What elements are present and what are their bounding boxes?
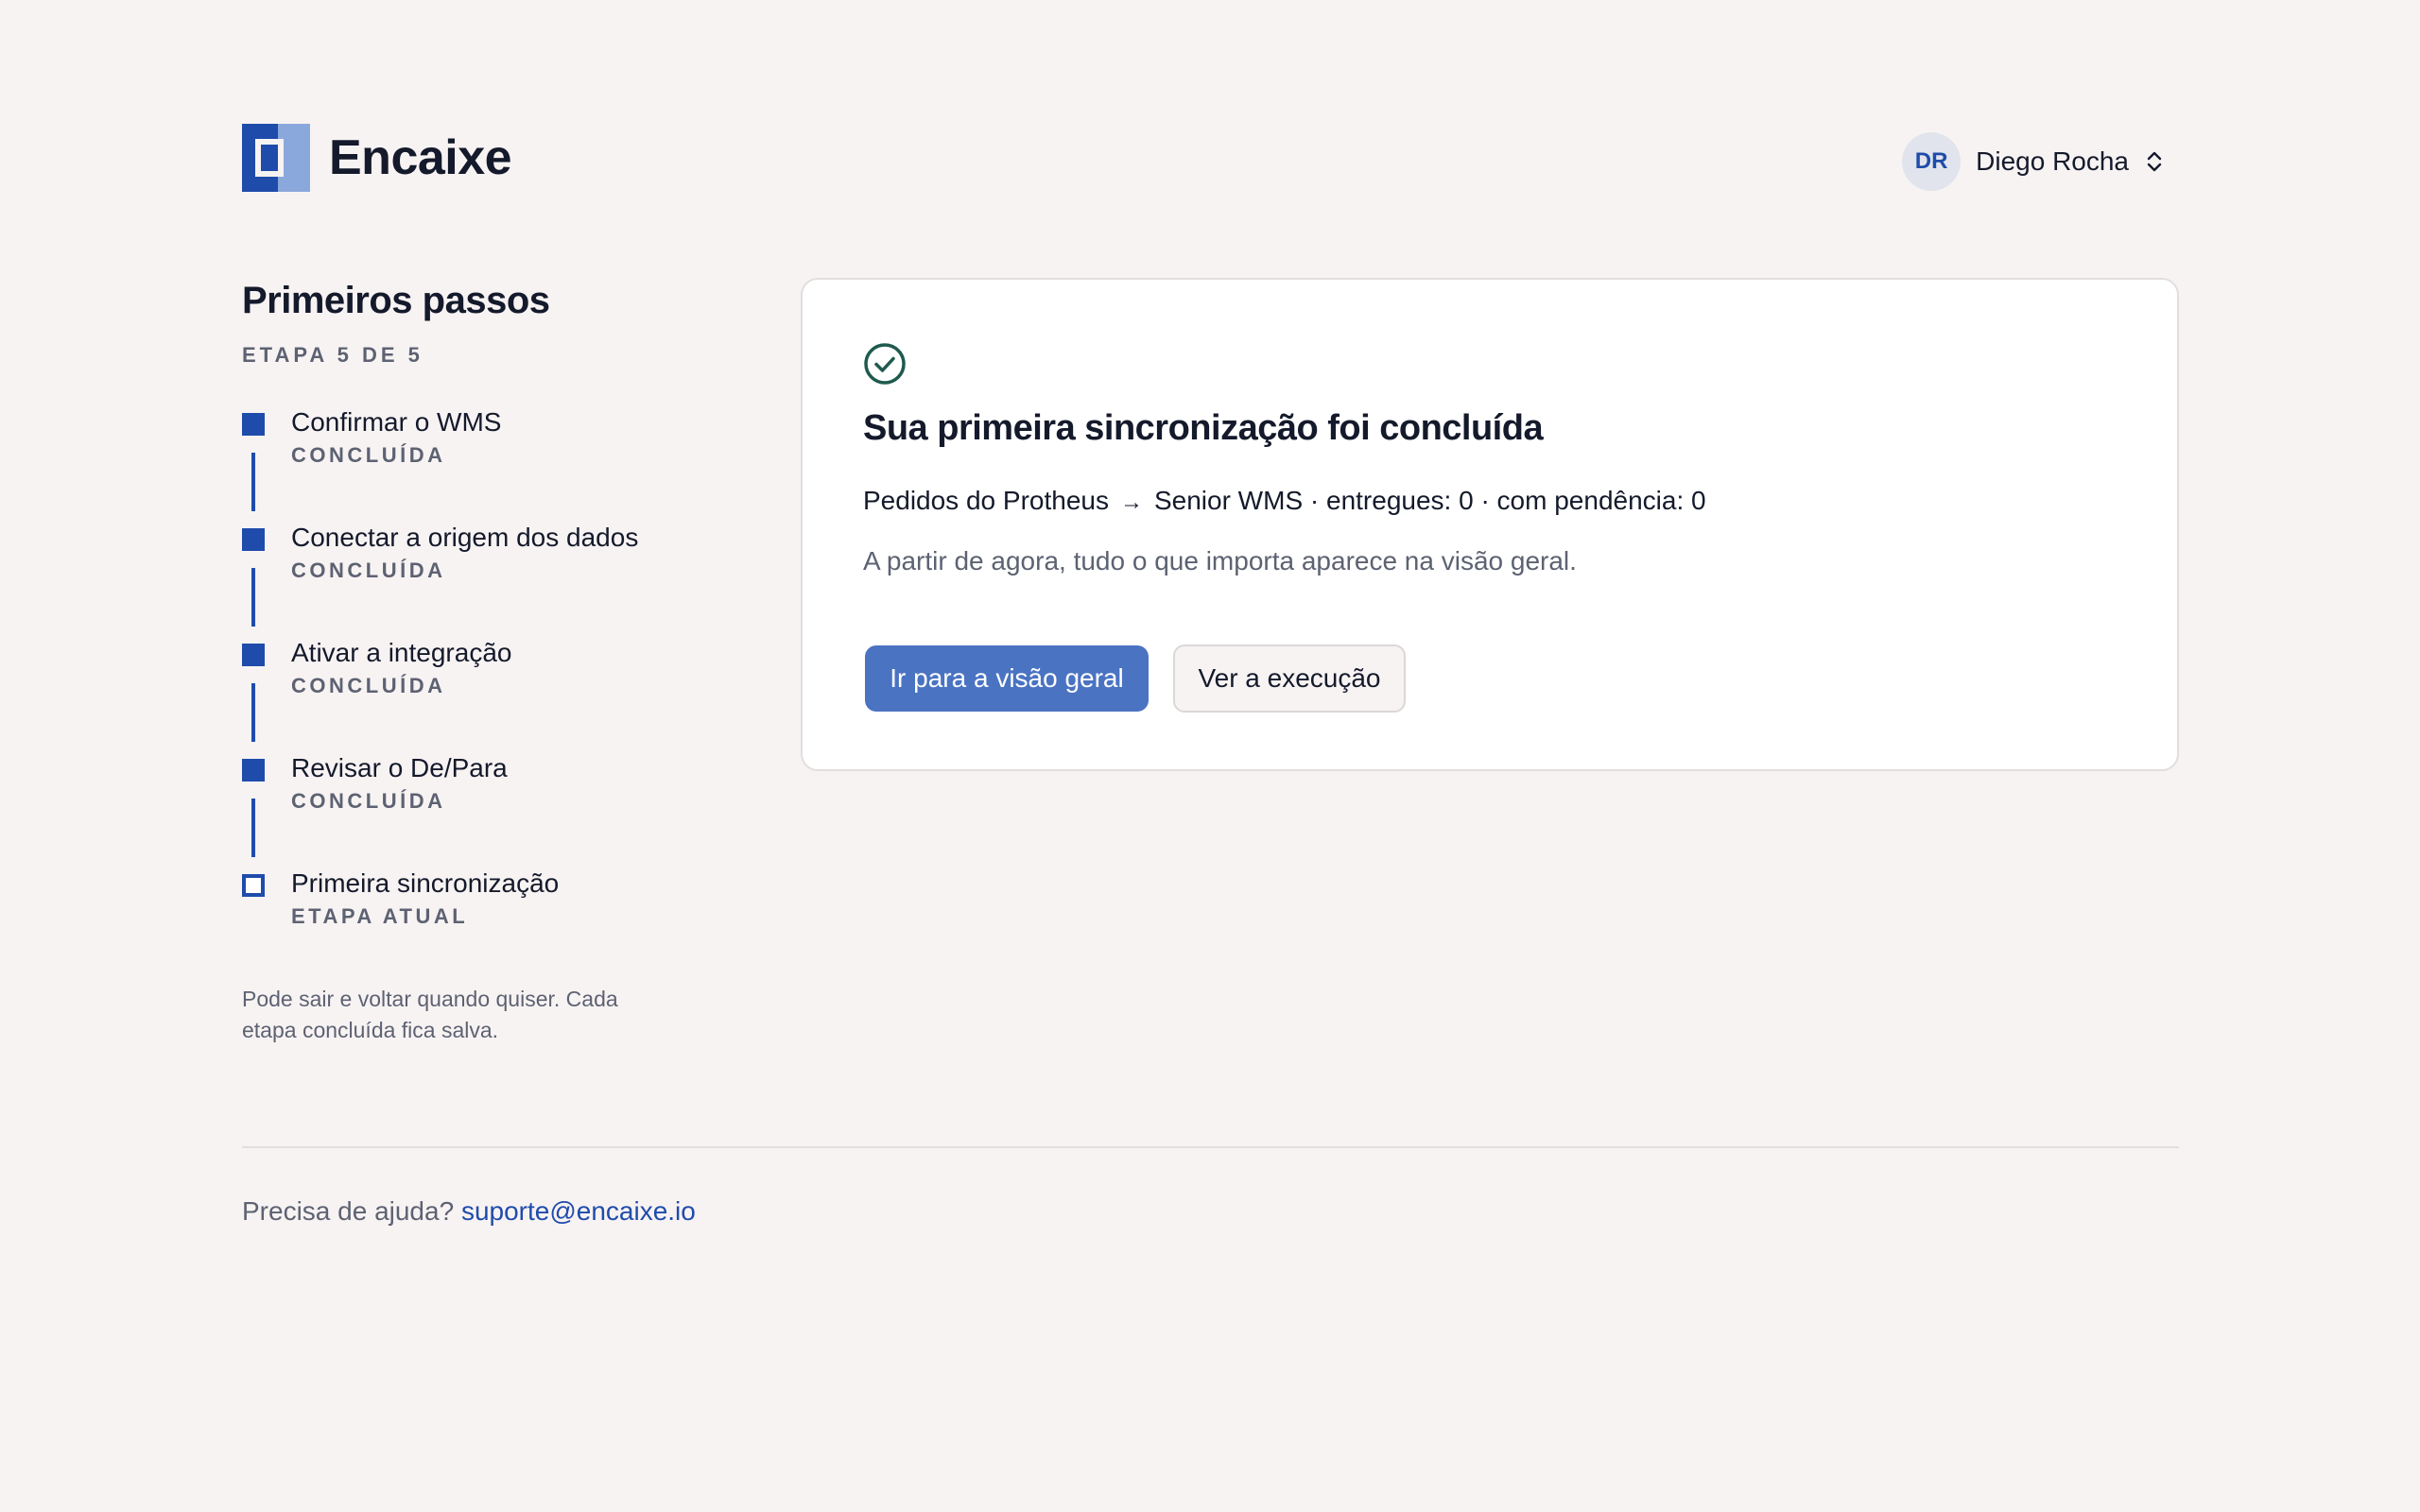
brand[interactable]: Encaixe (242, 124, 512, 192)
check-circle-icon (863, 342, 907, 390)
step-label: Confirmar o WMS (291, 407, 502, 437)
step-status: CONCLUÍDA (291, 443, 446, 467)
card-description: A partir de agora, tudo o que importa ap… (863, 546, 1577, 576)
step-connector (251, 799, 255, 857)
step-item-confirm-wms[interactable]: Confirmar o WMS CONCLUÍDA (242, 405, 677, 521)
sync-summary: Pedidos do Protheus → Senior WMS · entre… (863, 486, 1706, 516)
step-completed-marker-icon (242, 759, 265, 782)
sidebar-title: Primeiros passos (242, 280, 550, 321)
user-name: Diego Rocha (1976, 146, 2129, 176)
step-status: ETAPA ATUAL (291, 904, 469, 928)
step-status: CONCLUÍDA (291, 789, 446, 813)
sidebar-note: Pode sair e voltar quando quiser. Cada e… (242, 987, 618, 1042)
arrow-right-icon: → (1119, 490, 1143, 515)
encaixe-logo-icon (242, 124, 310, 192)
step-completed-marker-icon (242, 528, 265, 551)
brand-name: Encaixe (329, 130, 512, 185)
sync-complete-card: Sua primeira sincronização foi concluída… (801, 278, 2179, 771)
onboarding-sidebar: Primeiros passos ETAPA 5 DE 5 Confirmar … (242, 280, 677, 1046)
support-email-link[interactable]: suporte@encaixe.io (461, 1196, 696, 1226)
step-current-marker-icon (242, 874, 265, 897)
step-status: CONCLUÍDA (291, 558, 446, 582)
step-counter: ETAPA 5 DE 5 (242, 343, 424, 367)
chevron-up-down-icon (2146, 149, 2163, 174)
page: Encaixe DR Diego Rocha Primeiros passos … (0, 0, 2420, 1512)
step-label: Primeira sincronização (291, 868, 560, 898)
sync-result: Senior WMS · entregues: 0 · com pendênci… (1153, 486, 1706, 515)
step-status: CONCLUÍDA (291, 674, 446, 697)
user-menu[interactable]: DR Diego Rocha (1902, 132, 2163, 191)
step-connector (251, 568, 255, 627)
avatar: DR (1902, 132, 1962, 191)
help-text: Precisa de ajuda? suporte@encaixe.io (242, 1196, 696, 1227)
step-connector (251, 683, 255, 742)
view-execution-button[interactable]: Ver a execução (1173, 644, 1406, 713)
step-completed-marker-icon (242, 413, 265, 436)
step-item-connect-source[interactable]: Conectar a origem dos dados CONCLUÍDA (242, 521, 677, 636)
help-label: Precisa de ajuda? (242, 1196, 455, 1226)
go-to-overview-button[interactable]: Ir para a visão geral (865, 645, 1149, 712)
sync-source: Pedidos do Protheus (863, 486, 1109, 515)
footer-divider (242, 1146, 2179, 1148)
step-item-review-mapping[interactable]: Revisar o De/Para CONCLUÍDA (242, 751, 677, 867)
step-list: Confirmar o WMS CONCLUÍDA Conectar a ori… (242, 405, 677, 942)
step-label: Conectar a origem dos dados (291, 523, 639, 552)
card-title: Sua primeira sincronização foi concluída (863, 408, 1544, 448)
step-item-activate-integration[interactable]: Ativar a integração CONCLUÍDA (242, 636, 677, 751)
step-label: Revisar o De/Para (291, 753, 508, 782)
step-item-first-sync[interactable]: Primeira sincronização ETAPA ATUAL (242, 867, 677, 942)
step-completed-marker-icon (242, 644, 265, 666)
step-label: Ativar a integração (291, 638, 512, 667)
step-connector (251, 453, 255, 511)
